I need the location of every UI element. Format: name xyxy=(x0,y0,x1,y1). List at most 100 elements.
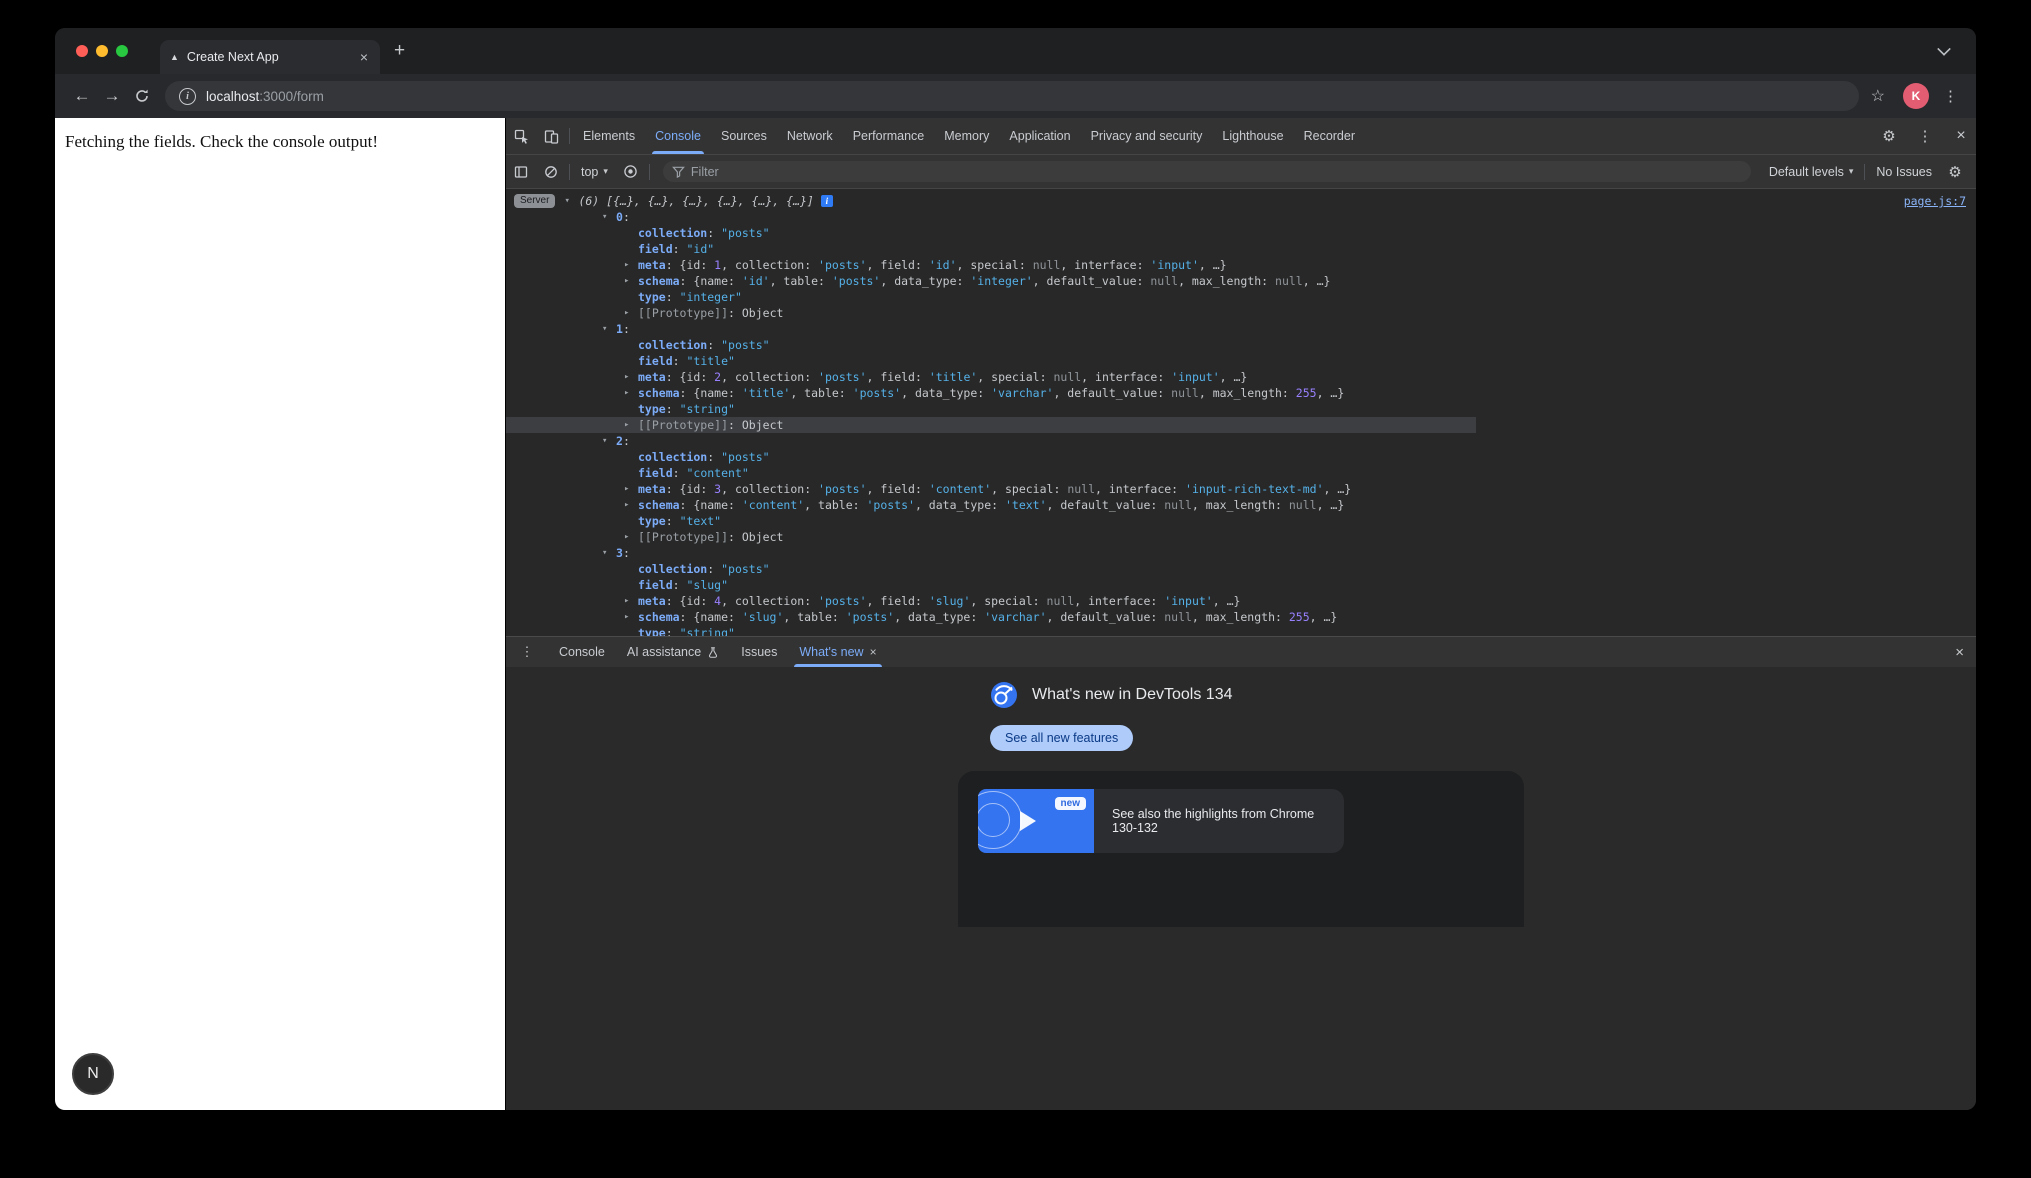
console-token: , field: xyxy=(867,593,929,609)
see-all-features-button[interactable]: See all new features xyxy=(990,725,1133,751)
devtools-tab-privacy-and-security[interactable]: Privacy and security xyxy=(1081,118,1213,154)
browser-menu-icon[interactable]: ⋮ xyxy=(1943,87,1958,105)
console-token: : xyxy=(673,353,687,369)
console-token: , collection: xyxy=(721,593,818,609)
clear-console-icon[interactable] xyxy=(536,159,566,185)
devtools-menu-icon[interactable]: ⋮ xyxy=(1910,123,1940,149)
new-tab-button[interactable]: + xyxy=(394,40,405,62)
console-token: 'id' xyxy=(929,257,957,273)
expand-caret-icon[interactable]: ▸ xyxy=(624,529,638,545)
device-toolbar-button[interactable] xyxy=(536,123,566,149)
console-token: 'title' xyxy=(929,369,977,385)
expand-caret-icon[interactable]: ▾ xyxy=(602,545,616,561)
console-token: schema xyxy=(638,273,680,289)
expand-caret-icon[interactable]: ▾ xyxy=(602,321,616,337)
tab-search-chevron-icon[interactable] xyxy=(1937,42,1951,56)
back-button[interactable]: ← xyxy=(67,86,97,106)
reload-button[interactable] xyxy=(127,88,157,104)
site-info-icon[interactable]: i xyxy=(179,88,196,105)
devtools-tab-elements[interactable]: Elements xyxy=(573,118,645,154)
console-token: , …} xyxy=(1199,257,1227,273)
expand-caret-icon[interactable]: ▾ xyxy=(602,433,616,449)
expand-caret-icon[interactable]: ▸ xyxy=(624,481,638,497)
console-filter-input[interactable] xyxy=(663,161,1751,182)
console-token: : {id: xyxy=(666,369,714,385)
devtools-tab-bar: ElementsConsoleSourcesNetworkPerformance… xyxy=(506,118,1976,155)
filter-funnel-icon xyxy=(672,165,685,178)
console-token: , collection: xyxy=(721,369,818,385)
inspect-element-button[interactable] xyxy=(506,123,536,149)
console-token: schema xyxy=(638,609,680,625)
source-link[interactable]: page.js:7 xyxy=(1904,193,1966,209)
expand-caret-icon[interactable]: ▾ xyxy=(602,209,616,225)
expand-caret-icon[interactable]: ▸ xyxy=(624,273,638,289)
devtools-settings-icon[interactable]: ⚙ xyxy=(1874,123,1904,149)
console-token: 'posts' xyxy=(866,497,914,513)
expand-caret-icon[interactable]: ▸ xyxy=(624,593,638,609)
log-levels-dropdown[interactable]: Default levels ▾ xyxy=(1761,165,1862,179)
server-badge: Server xyxy=(514,194,555,208)
expand-caret-icon[interactable]: ▸ xyxy=(624,417,638,433)
console-sidebar-toggle-icon[interactable] xyxy=(506,159,536,185)
expand-caret-icon[interactable]: ▸ xyxy=(624,385,638,401)
expand-caret-icon[interactable]: ▾ xyxy=(564,193,578,209)
highlights-media-row[interactable]: new See also the highlights from Chrome … xyxy=(978,789,1344,853)
issues-counter[interactable]: No Issues xyxy=(1868,165,1940,179)
console-settings-icon[interactable]: ⚙ xyxy=(1940,159,1970,185)
console-log-line: ▸meta: {id: 2, collection: 'posts', fiel… xyxy=(506,369,1976,385)
devtools-tab-memory[interactable]: Memory xyxy=(934,118,999,154)
console-token: 1 xyxy=(616,321,623,337)
devtools-panel: ElementsConsoleSourcesNetworkPerformance… xyxy=(505,118,1976,1110)
javascript-context-dropdown[interactable]: top ▾ xyxy=(573,165,616,179)
expand-caret-icon[interactable]: ▸ xyxy=(624,305,638,321)
close-window-button[interactable] xyxy=(76,45,88,57)
console-log-line: type: "string" xyxy=(506,625,1976,636)
console-token: null xyxy=(1150,273,1178,289)
console-token: 'input-rich-text-md' xyxy=(1185,481,1323,497)
nextjs-dev-indicator-button[interactable]: N xyxy=(72,1053,114,1095)
console-token: 'input' xyxy=(1171,369,1219,385)
expand-caret-icon[interactable]: ▸ xyxy=(624,497,638,513)
expand-caret-icon[interactable]: ▸ xyxy=(624,257,638,273)
console-log-line: type: "integer" xyxy=(506,289,1976,305)
video-thumbnail[interactable]: new xyxy=(978,789,1094,853)
drawer-tab-issues[interactable]: Issues xyxy=(730,637,788,667)
drawer-tab-close-icon[interactable]: × xyxy=(870,645,877,659)
devtools-tab-lighthouse[interactable]: Lighthouse xyxy=(1212,118,1293,154)
highlights-link[interactable]: See also the highlights from Chrome 130-… xyxy=(1094,789,1344,853)
devtools-tab-console[interactable]: Console xyxy=(645,118,711,154)
drawer-tab-console[interactable]: Console xyxy=(548,637,616,667)
devtools-tab-application[interactable]: Application xyxy=(999,118,1080,154)
console-info-icon[interactable]: i xyxy=(821,195,833,207)
devtools-tab-recorder[interactable]: Recorder xyxy=(1294,118,1365,154)
devtools-tab-performance[interactable]: Performance xyxy=(843,118,935,154)
drawer-tab-ai-assistance[interactable]: AI assistance xyxy=(616,637,730,667)
drawer-more-tools-icon[interactable]: ⋮ xyxy=(512,639,542,665)
console-token: collection xyxy=(638,561,707,577)
console-token: : xyxy=(666,625,680,636)
live-expression-icon[interactable] xyxy=(616,159,646,185)
inspect-cursor-icon xyxy=(514,129,529,144)
devtools-tab-sources[interactable]: Sources xyxy=(711,118,777,154)
tab-strip: ▲ Create Next App × + xyxy=(55,28,1976,74)
console-token: null xyxy=(1164,609,1192,625)
url-bar[interactable]: i localhost:3000/form xyxy=(165,81,1859,111)
drawer-tab-what-s-new[interactable]: What's new× xyxy=(788,637,887,667)
browser-tab[interactable]: ▲ Create Next App × xyxy=(160,40,380,74)
console-token: "string" xyxy=(680,625,735,636)
bookmark-star-icon[interactable]: ☆ xyxy=(1871,86,1885,106)
console-token: , special: xyxy=(970,593,1046,609)
expand-caret-icon[interactable]: ▸ xyxy=(624,609,638,625)
devtools-tab-network[interactable]: Network xyxy=(777,118,843,154)
console-token: "posts" xyxy=(721,449,769,465)
forward-button[interactable]: → xyxy=(97,86,127,106)
minimize-window-button[interactable] xyxy=(96,45,108,57)
console-token: "id" xyxy=(686,241,714,257)
drawer-tabs: ConsoleAI assistanceIssuesWhat's new× xyxy=(548,637,888,667)
tab-close-icon[interactable]: × xyxy=(358,49,370,65)
devtools-close-icon[interactable]: × xyxy=(1946,123,1976,149)
drawer-close-icon[interactable]: × xyxy=(1955,644,1964,661)
maximize-window-button[interactable] xyxy=(116,45,128,57)
expand-caret-icon[interactable]: ▸ xyxy=(624,369,638,385)
profile-avatar[interactable]: K xyxy=(1903,83,1929,109)
